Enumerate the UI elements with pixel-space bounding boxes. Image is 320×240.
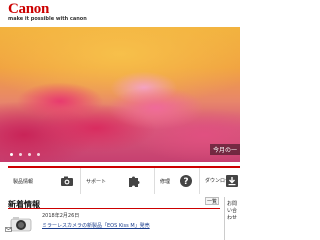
carousel-dot[interactable] — [28, 153, 31, 156]
puzzle-icon — [129, 176, 140, 187]
nav-item-support[interactable]: サポート — [81, 168, 155, 194]
site-header: Canon make it possible with canon — [0, 0, 240, 27]
side-tab-label: お問い合わせ — [227, 201, 238, 221]
carousel-dot[interactable] — [19, 153, 22, 156]
help-icon: ? — [180, 175, 192, 187]
download-icon — [226, 175, 238, 187]
nav-item-download[interactable]: ダウンロード — [200, 168, 240, 194]
hero-flower-image — [0, 27, 240, 162]
nav-item-label: 修理 — [160, 178, 171, 185]
nav-item-label: サポート — [86, 178, 107, 185]
svg-text:?: ? — [183, 177, 188, 187]
carousel-dot[interactable] — [10, 153, 13, 156]
news-date: 2018年2月26日 — [42, 213, 80, 219]
side-contact-tab[interactable]: お問い合わせ — [224, 197, 240, 240]
news-link[interactable]: ミラーレスカメラの新製品「EOS Kiss M」発売 — [42, 222, 150, 229]
nav-item-label: 製品情報 — [13, 178, 34, 185]
camera-icon — [61, 176, 73, 186]
news-list-button[interactable]: 一覧 — [205, 197, 219, 205]
nav-item-products[interactable]: 製品情報 — [8, 168, 81, 194]
carousel-dot[interactable] — [37, 153, 40, 156]
nav-item-repair[interactable]: 修理 ? — [155, 168, 200, 194]
section-divider — [8, 208, 220, 209]
hero-caption[interactable]: 今月の一 — [209, 144, 240, 155]
hero-carousel[interactable]: 今月の一 — [0, 27, 240, 162]
camera-product-icon[interactable] — [10, 214, 32, 234]
main-nav: 製品情報 サポート 修理 ? ダウンロード — [8, 166, 240, 194]
mail-icon — [5, 227, 12, 232]
brand-tagline: make it possible with canon — [8, 16, 87, 22]
carousel-indicators — [10, 153, 40, 156]
